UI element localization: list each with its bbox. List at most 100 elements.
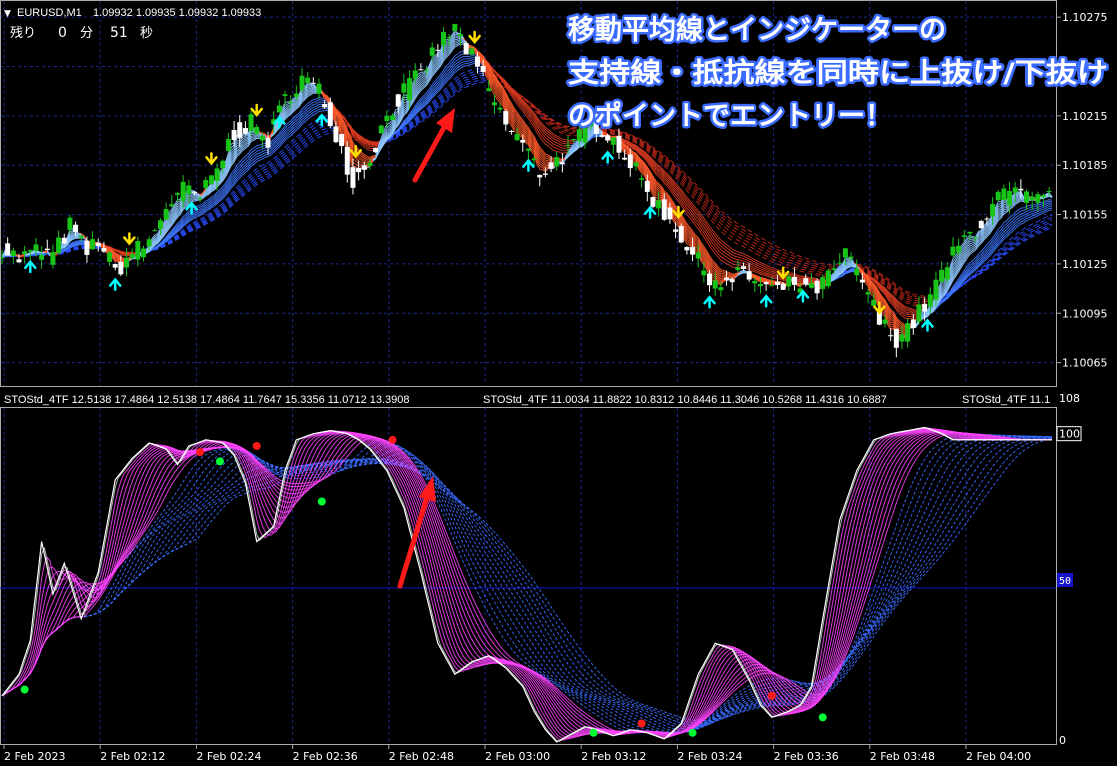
candle-body	[429, 47, 435, 56]
candle-body	[950, 246, 956, 256]
candle-body	[276, 105, 282, 113]
candle-body	[491, 102, 497, 106]
timer-minutes: 0	[58, 25, 67, 41]
candle-body	[690, 246, 696, 255]
candle-body	[469, 48, 475, 55]
candle-body	[888, 335, 894, 337]
candle-body	[741, 266, 747, 269]
candle-body	[605, 135, 611, 141]
candle-body	[327, 102, 333, 127]
candle-body	[39, 254, 45, 260]
candle-body	[186, 185, 192, 195]
candle-body	[633, 162, 639, 167]
time-axis-label: 2 Feb 03:24	[677, 750, 742, 763]
price-axis-label: 1.10215	[1062, 110, 1108, 123]
candle-body	[893, 328, 899, 348]
candle-body	[910, 319, 916, 328]
candle-body	[673, 229, 679, 232]
candle-body	[695, 252, 701, 259]
candle-body	[967, 231, 973, 234]
candle-body	[78, 235, 84, 238]
candle-body	[124, 257, 130, 268]
candle-body	[163, 209, 169, 220]
candle-body	[548, 162, 554, 169]
price-axis-label: 1.10095	[1062, 307, 1108, 320]
time-axis-label: 2 Feb 02:36	[293, 750, 358, 763]
candle-body	[712, 280, 718, 289]
candle-body	[627, 154, 633, 169]
time-axis-label: 2 Feb 03:36	[774, 750, 839, 763]
signal-up-dot	[589, 728, 598, 737]
signal-up-dot	[688, 728, 697, 737]
price-axis-label: 1.10065	[1062, 357, 1108, 370]
candle-body	[735, 267, 741, 271]
level-50-box-label: 50	[1059, 576, 1071, 587]
candle-body	[1046, 191, 1052, 193]
candle-body	[1024, 191, 1030, 203]
candle-body	[905, 323, 911, 342]
signal-down-dot	[252, 442, 261, 450]
indicator-header-2: STOStd_4TF 11.0034 11.8822 10.8312 10.84…	[483, 394, 887, 406]
candle-body	[639, 178, 645, 180]
time-axis-label: 2 Feb 02:24	[196, 750, 261, 763]
candle-body	[361, 165, 367, 170]
candle-body	[5, 243, 11, 256]
candle-body	[978, 220, 984, 229]
signal-down-dot	[196, 448, 205, 457]
signal-up-dot	[818, 713, 827, 722]
candle-body	[112, 264, 118, 268]
annotation-line-2: 支持線・抵抗線を同時に上抜け/下抜け	[568, 57, 1108, 89]
candle-body	[644, 180, 650, 192]
candle-body	[10, 250, 16, 256]
candle-body	[531, 158, 537, 161]
chart-root[interactable]: 1.102751.102451.102151.101851.101551.101…	[0, 0, 1117, 766]
candle-body	[214, 168, 220, 181]
candle-body	[152, 230, 158, 232]
candle-body	[780, 283, 786, 290]
candle-body	[871, 299, 877, 306]
candle-body	[961, 235, 967, 237]
candle-body	[237, 122, 243, 138]
candle-body	[848, 256, 854, 259]
candle-body	[820, 277, 826, 290]
candle-body	[33, 244, 39, 251]
candle-body	[441, 32, 447, 46]
candle-body	[757, 283, 763, 287]
candle-body	[939, 269, 945, 282]
candle-body	[752, 280, 758, 284]
candle-body	[157, 220, 163, 229]
candle-body	[248, 114, 254, 131]
candle-body	[418, 69, 424, 71]
candle-body	[203, 180, 209, 189]
candle-body	[842, 248, 848, 258]
signal-down-dot	[388, 435, 397, 444]
candle-body	[746, 271, 752, 280]
candle-body	[656, 200, 662, 209]
candle-body	[390, 115, 396, 121]
candle-body	[769, 285, 775, 287]
price-axis-label: 1.10125	[1062, 258, 1108, 271]
candle-body	[16, 259, 22, 263]
candle-body	[67, 217, 73, 230]
candle-body	[129, 253, 135, 259]
candle-body	[684, 247, 690, 251]
candle-body	[457, 34, 463, 37]
time-axis-label: 2 Feb 02:48	[389, 750, 454, 763]
candle-body	[763, 282, 769, 285]
indicator-axis-label: 0	[1059, 734, 1066, 747]
annotation-line-1: 移動平均線とインジケーターの	[568, 14, 946, 46]
candle-body	[808, 282, 814, 288]
candle-body	[571, 139, 577, 141]
candle-body	[486, 88, 492, 92]
candle-body	[718, 287, 724, 291]
candle-body	[1041, 195, 1047, 197]
candle-body	[831, 268, 837, 270]
signal-up-dot	[215, 457, 224, 466]
candle-body	[169, 204, 175, 207]
candle-body	[282, 94, 288, 97]
candle-body	[61, 237, 67, 244]
quotes-label: 1.09932 1.09935 1.09932 1.09933	[93, 7, 261, 19]
candle-body	[56, 237, 62, 254]
candle-body	[44, 248, 50, 251]
candle-body	[899, 334, 905, 342]
